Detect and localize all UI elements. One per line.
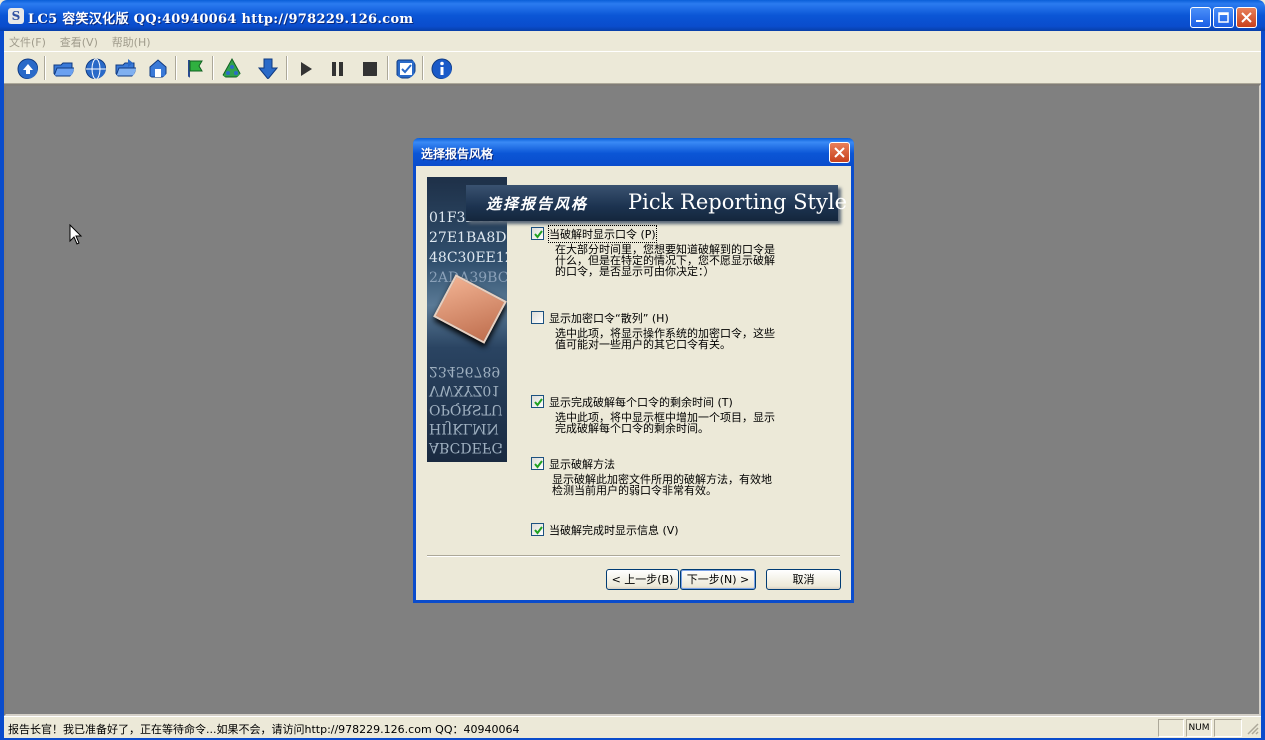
checkbox-show-hashes[interactable]: [531, 311, 544, 324]
window-titlebar[interactable]: S LC5 容笑汉化版 QQ:40940064 http://978229.12…: [0, 0, 1265, 31]
stop-icon: [363, 62, 377, 76]
option-description: 选中此项，将显示操作系统的加密口令，这些 值可能对一些用户的其它口令有关。: [555, 328, 775, 350]
status-pane-empty: [1158, 719, 1184, 737]
option-label: 显示加密口令“散列” (H): [549, 312, 669, 325]
dialog-titlebar[interactable]: 选择报告风格: [413, 138, 854, 166]
side-image-code: 48C30EE12: [429, 250, 507, 266]
side-image-mirrored: VWXYZ01: [429, 382, 501, 398]
status-pane-empty: [1214, 719, 1242, 737]
dialog-title: 选择报告风格: [421, 147, 494, 161]
menu-view[interactable]: 查看(V): [55, 31, 103, 50]
checkbox-show-passwords[interactable]: [531, 227, 544, 240]
next-button[interactable]: 下一步(N) >: [680, 569, 756, 590]
download-button[interactable]: [254, 55, 281, 82]
checkmark-icon: [534, 398, 543, 407]
wizard-banner: 选择报告风格 Pick Reporting Style: [466, 185, 847, 221]
banner-title-cn: 选择报告风格: [486, 195, 589, 213]
flag-icon: [188, 60, 203, 78]
pause-button[interactable]: [324, 55, 351, 82]
download-arrow-icon: [257, 58, 278, 79]
tree-button[interactable]: [218, 55, 245, 82]
side-image-mirrored: OPQRSTU: [429, 401, 503, 417]
play-button[interactable]: [292, 55, 319, 82]
option-description: 在大部分时间里，您想要知道破解到的口令是 什么，但是在特定的情况下，您不愿显示破…: [555, 244, 775, 277]
flag-button[interactable]: [182, 55, 209, 82]
wizard-icon: [17, 58, 38, 79]
banner-title-en: Pick Reporting Style: [628, 190, 848, 214]
option-label: 当破解完成时显示信息 (V): [549, 524, 679, 537]
menu-help[interactable]: 帮助(H): [107, 31, 156, 50]
globe-button[interactable]: [82, 55, 109, 82]
import-icon: [149, 59, 167, 78]
close-button[interactable]: [1236, 7, 1257, 28]
minimize-button[interactable]: [1190, 7, 1211, 28]
report-icon: [396, 59, 416, 79]
back-button[interactable]: < 上一步(B): [606, 569, 679, 590]
lc5-icon: S: [8, 8, 24, 24]
status-message: 报告长官！我已准备好了，正在等待命令...如果不会，请访问http://9782…: [8, 723, 520, 736]
num-lock-indicator: NUM: [1186, 719, 1212, 737]
option-label: 当破解时显示口令 (P): [548, 225, 657, 243]
option-label: 显示完成破解每个口令的剩余时间 (T): [549, 396, 733, 409]
wizard-button[interactable]: [14, 55, 41, 82]
menubar: 文件(F) 查看(V) 帮助(H): [4, 31, 1261, 51]
close-icon: [834, 147, 845, 158]
open-folder-icon: [115, 59, 136, 77]
checkmark-icon: [534, 460, 543, 469]
option-description: 显示破解此加密文件所用的破解方法，有效地 检测当前用户的弱口令非常有效。: [552, 474, 772, 496]
side-image-mirrored: 23456789: [429, 363, 501, 379]
open-icon: [53, 62, 74, 77]
desc-line: 值可能对一些用户的其它口令有关。: [555, 338, 731, 351]
side-image-mirrored: HIJKLMN: [429, 420, 499, 436]
checkbox-show-completion-message[interactable]: [531, 523, 544, 536]
info-button[interactable]: [428, 55, 455, 82]
option-description: 选中此项，将中显示框中增加一个项目，显示 完成破解每个口令的剩余时间。: [555, 412, 775, 434]
menu-file[interactable]: 文件(F): [4, 31, 51, 50]
globe-icon: [85, 58, 106, 79]
import-button[interactable]: [144, 55, 171, 82]
desc-line: 检测当前用户的弱口令非常有效。: [552, 484, 717, 497]
side-image-code: 27E1BA8D: [429, 230, 507, 246]
open-button[interactable]: [50, 55, 77, 82]
cancel-button[interactable]: 取消: [766, 569, 841, 590]
checkmark-icon: [534, 526, 543, 535]
checkmark-icon: [534, 230, 543, 239]
desc-line: 完成破解每个口令的剩余时间。: [555, 422, 709, 435]
checkbox-show-method[interactable]: [531, 457, 544, 470]
statusbar: 报告长官！我已准备好了，正在等待命令...如果不会，请访问http://9782…: [4, 716, 1261, 738]
pause-icon: [332, 62, 343, 76]
report-style-dialog: 选择报告风格 01F3D0C8 27E1BA8D 48C30EE12 2ADA3…: [413, 138, 854, 603]
option-label: 显示破解方法: [549, 458, 615, 471]
window-frame-right: [1261, 31, 1265, 740]
tree-icon: [221, 57, 242, 78]
window-title: LC5 容笑汉化版 QQ:40940064 http://978229.126.…: [28, 12, 414, 27]
dialog-close-button[interactable]: [829, 142, 850, 163]
resize-grip-icon[interactable]: [1247, 723, 1259, 735]
stop-button[interactable]: [356, 55, 383, 82]
toolbar: [4, 51, 1261, 84]
side-image-mirrored: ABCDEFG: [429, 439, 503, 455]
desc-line: 的口令，是否显示可由你决定：）: [555, 265, 715, 278]
dialog-divider: [427, 555, 840, 557]
maximize-button[interactable]: [1213, 7, 1234, 28]
play-icon: [301, 62, 312, 76]
report-button[interactable]: [392, 55, 419, 82]
mouse-cursor-icon: [69, 224, 83, 245]
info-icon: [431, 58, 452, 79]
open-folder-button[interactable]: [112, 55, 139, 82]
checkbox-show-time-remaining[interactable]: [531, 395, 544, 408]
